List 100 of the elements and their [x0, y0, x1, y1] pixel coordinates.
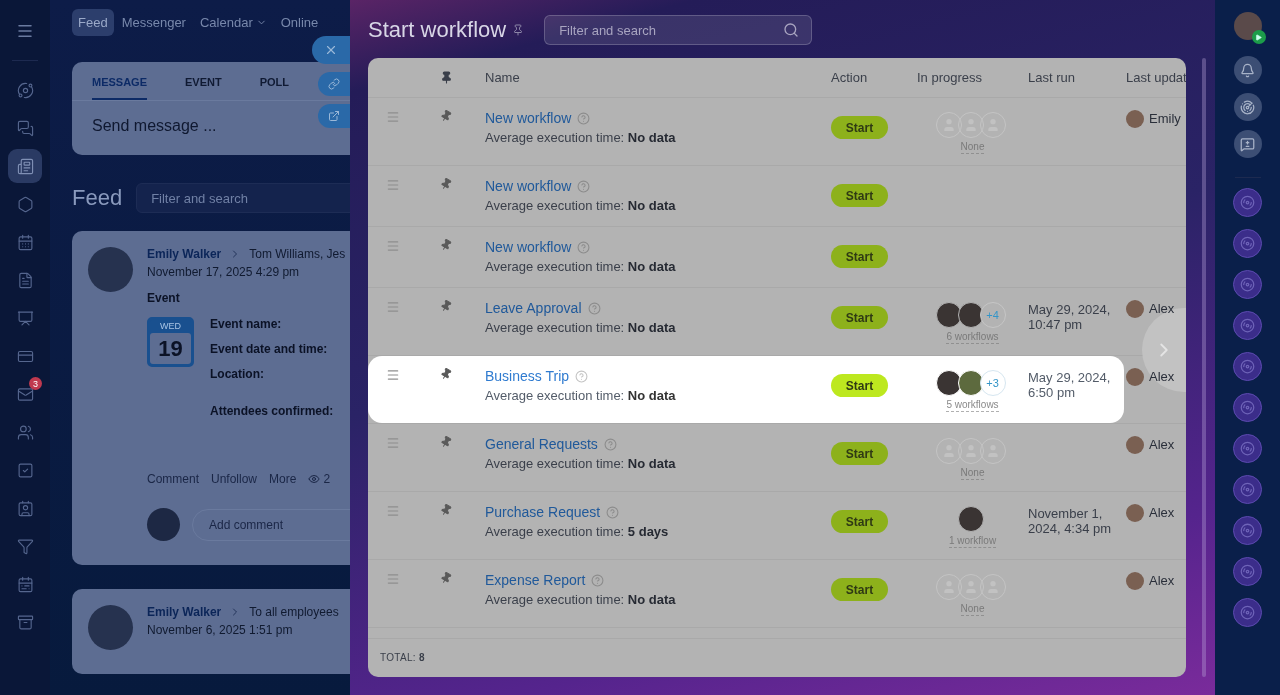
checkbox-icon[interactable]	[16, 461, 34, 479]
nav-tab[interactable]: Messenger	[115, 8, 192, 36]
newspaper-icon[interactable]	[16, 157, 34, 175]
menu-icon[interactable]	[16, 22, 34, 40]
search-field[interactable]: Filter and search	[136, 183, 350, 213]
disc-icon[interactable]	[1240, 400, 1255, 415]
start-button[interactable]: Start	[831, 578, 888, 601]
help-icon[interactable]	[577, 179, 591, 193]
chat-button[interactable]	[1233, 130, 1262, 158]
message-input[interactable]: Send message ...	[72, 101, 350, 155]
pin-icon[interactable]	[440, 504, 452, 516]
filter-icon[interactable]	[16, 537, 34, 555]
pin-icon[interactable]	[440, 110, 452, 122]
disc-icon[interactable]	[1240, 236, 1255, 251]
nav-tab[interactable]: Calendar	[193, 8, 273, 36]
workflow-name-link[interactable]: Leave Approval	[485, 300, 582, 316]
column-header[interactable]: In progress	[917, 70, 1028, 85]
composer-tab[interactable]: POLL	[259, 76, 290, 100]
start-button[interactable]: Start	[831, 374, 888, 397]
author-link[interactable]: Emily Walker	[147, 605, 222, 619]
sidebar-item[interactable]: 3	[8, 377, 42, 411]
start-button[interactable]: Start	[831, 510, 888, 533]
help-icon[interactable]	[587, 301, 601, 315]
search-icon[interactable]	[783, 22, 800, 38]
link-icon[interactable]	[328, 78, 340, 90]
pin-icon[interactable]	[440, 572, 452, 584]
workflow-count-link[interactable]: 5 workflows	[946, 399, 999, 412]
mail-icon[interactable]	[16, 385, 34, 403]
column-header[interactable]: Last updat	[1124, 70, 1186, 85]
chat-bubbles-icon[interactable]	[16, 119, 34, 137]
chat-icon[interactable]	[1240, 136, 1255, 152]
disc-icon[interactable]	[1240, 564, 1255, 579]
drag-handle-icon[interactable]	[386, 239, 400, 253]
pin-icon[interactable]	[512, 24, 525, 36]
help-icon[interactable]	[577, 111, 591, 125]
pin-icon[interactable]	[440, 368, 452, 380]
post-action-link[interactable]: More	[269, 472, 297, 486]
external-link-icon[interactable]	[328, 110, 340, 122]
disc-icon[interactable]	[1240, 605, 1255, 620]
workflow-count-link[interactable]: None	[960, 141, 985, 154]
drag-handle-icon[interactable]	[386, 110, 400, 124]
disc-icon[interactable]	[1240, 523, 1255, 538]
bell-icon[interactable]	[1240, 62, 1255, 78]
nav-tab[interactable]: Online	[274, 8, 325, 36]
radar-icon[interactable]	[1240, 99, 1255, 115]
column-header[interactable]: Action	[831, 70, 917, 85]
workflow-count-link[interactable]: None	[960, 603, 985, 616]
composer-tab[interactable]: EVENT	[185, 76, 222, 100]
column-header[interactable]: Name	[474, 70, 831, 85]
disc-icon[interactable]	[1240, 277, 1255, 292]
workflow-name-link[interactable]: New workflow	[485, 239, 572, 255]
open-in-new-window-button[interactable]	[318, 104, 350, 128]
pin-icon[interactable]	[440, 300, 452, 312]
document-icon[interactable]	[16, 271, 34, 289]
radar-button[interactable]	[1233, 93, 1262, 121]
presentation-icon[interactable]	[16, 309, 34, 327]
orbit-icon[interactable]	[16, 81, 34, 99]
disc-icon[interactable]	[1240, 195, 1255, 210]
start-button[interactable]: Start	[831, 116, 888, 139]
app-shortcut-button[interactable]	[1233, 557, 1262, 586]
archive-icon[interactable]	[16, 613, 34, 631]
sidebar-item[interactable]	[8, 149, 42, 183]
column-header[interactable]: Last run	[1028, 70, 1124, 85]
workflow-name-link[interactable]: Business Trip	[485, 368, 570, 384]
app-shortcut-button[interactable]	[1233, 311, 1262, 340]
calendar-icon[interactable]	[16, 233, 34, 251]
app-shortcut-button[interactable]	[1233, 352, 1262, 381]
drag-handle-icon[interactable]	[386, 436, 400, 450]
author-link[interactable]: Emily Walker	[147, 247, 222, 261]
disc-icon[interactable]	[1240, 318, 1255, 333]
app-shortcut-button[interactable]	[1233, 270, 1262, 299]
search-field[interactable]: Filter and search	[544, 15, 813, 45]
workflow-name-link[interactable]: Expense Report	[485, 572, 586, 588]
pin-icon[interactable]	[440, 436, 452, 448]
help-icon[interactable]	[575, 369, 589, 383]
help-icon[interactable]	[591, 573, 605, 587]
drag-handle-icon[interactable]	[386, 572, 400, 586]
help-icon[interactable]	[577, 240, 591, 254]
drag-handle-icon[interactable]	[386, 504, 400, 518]
start-button[interactable]: Start	[831, 245, 888, 268]
calendar-icon[interactable]	[16, 575, 34, 593]
disc-icon[interactable]	[1240, 359, 1255, 374]
composer-tab[interactable]: MESSAGE	[92, 76, 147, 100]
app-shortcut-button[interactable]	[1233, 434, 1262, 463]
more-count[interactable]: +3	[979, 370, 1006, 396]
start-button[interactable]: Start	[831, 442, 888, 465]
drag-handle-icon[interactable]	[386, 300, 400, 314]
workflow-count-link[interactable]: None	[960, 467, 985, 480]
drag-handle-icon[interactable]	[386, 178, 400, 192]
workflow-name-link[interactable]: New workflow	[485, 110, 572, 126]
post-action-link[interactable]: Comment	[147, 472, 199, 486]
workflow-name-link[interactable]: Purchase Request	[485, 504, 601, 520]
workflow-name-link[interactable]: General Requests	[485, 436, 598, 452]
pin-icon[interactable]	[440, 178, 452, 190]
app-shortcut-button[interactable]	[1233, 393, 1262, 422]
disc-icon[interactable]	[1240, 482, 1255, 497]
help-icon[interactable]	[603, 437, 617, 451]
notifications-button[interactable]	[1233, 56, 1262, 84]
help-icon[interactable]	[606, 505, 620, 519]
drag-handle-icon[interactable]	[386, 368, 400, 382]
